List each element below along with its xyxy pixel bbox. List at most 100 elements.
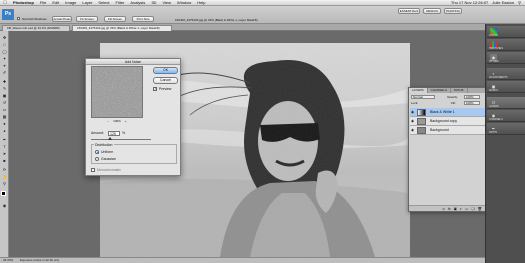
zoom-in-button[interactable]: +: [125, 119, 127, 123]
3d-rotate-tool-icon[interactable]: ⟳: [2, 167, 7, 172]
layers-panel: LAYERS CHANNELS PATHS Normal Opacity: 10…: [408, 87, 486, 212]
blur-tool-icon[interactable]: ●: [2, 121, 7, 126]
gradient-tool-icon[interactable]: ▦: [2, 114, 7, 119]
layer-row-background-copy[interactable]: ◉ Background copy: [410, 117, 486, 126]
new-layer-icon[interactable]: ❏: [471, 206, 474, 211]
options-bar: Ps Scroll All Windows Actual Pixels Fit …: [0, 6, 525, 24]
panel-swatches[interactable]: SWATCHES: [487, 39, 525, 51]
workspace-design[interactable]: DESIGN: [423, 8, 441, 14]
marquee-tool-icon[interactable]: □: [2, 42, 7, 47]
layer-row-background[interactable]: ◉ Background: [410, 126, 486, 135]
scroll-all-checkbox[interactable]: [17, 17, 20, 20]
menu-app[interactable]: Photoshop: [10, 0, 37, 5]
lock-label: Lock:: [411, 101, 419, 105]
tab-paths[interactable]: PATHS: [451, 88, 468, 93]
eyedropper-tool-icon[interactable]: ✐: [2, 70, 7, 75]
layer-row-black-white[interactable]: ◉ Black & White 1: [410, 108, 486, 117]
amount-input[interactable]: 125: [108, 131, 120, 136]
spotlight-icon[interactable]: ⚲: [518, 0, 521, 5]
add-noise-dialog: Add Noise − 100% + OK Cancel ✓ Preview A…: [85, 58, 181, 176]
history-brush-tool-icon[interactable]: ↺: [2, 100, 7, 105]
workspace-painting[interactable]: PAINTING: [444, 8, 462, 14]
lasso-tool-icon[interactable]: ◯: [2, 49, 7, 54]
panel-masks[interactable]: ▣ MASKS: [487, 81, 525, 93]
status-zoom[interactable]: 33.33%: [3, 258, 13, 262]
type-tool-icon[interactable]: T: [2, 144, 7, 149]
menu-analysis[interactable]: Analysis: [127, 0, 148, 5]
status-bar: 33.33% Exposure works in 32-bit only: [0, 257, 485, 263]
fit-screen-button[interactable]: Fit Screen: [76, 16, 98, 22]
panel-adjustments[interactable]: ◐ ADJUSTMENTS: [487, 68, 525, 80]
actual-pixels-button[interactable]: Actual Pixels: [52, 16, 72, 22]
visibility-eye-icon[interactable]: ◉: [411, 110, 415, 114]
adjustment-thumbnail: [417, 109, 426, 116]
user-name[interactable]: Julie Easton: [492, 0, 514, 5]
quick-mask-icon[interactable]: ◉: [2, 203, 7, 208]
uniform-radio[interactable]: [95, 150, 99, 154]
apple-icon[interactable]: : [0, 0, 10, 6]
clock[interactable]: Thu 17 Nov 12:26:07: [451, 0, 488, 5]
move-tool-icon[interactable]: ✥: [2, 35, 7, 40]
hand-tool-icon[interactable]: ✋: [2, 174, 7, 179]
ok-button[interactable]: OK: [153, 67, 178, 74]
crop-tool-icon[interactable]: ⌖: [2, 63, 7, 68]
menu-view[interactable]: View: [159, 0, 174, 5]
menu-window[interactable]: Window: [174, 0, 194, 5]
menu-edit[interactable]: Edit: [49, 0, 62, 5]
blend-mode-select[interactable]: Normal: [411, 95, 435, 99]
clone-stamp-tool-icon[interactable]: ▣: [2, 93, 7, 98]
gaussian-radio[interactable]: [95, 157, 99, 161]
visibility-eye-icon[interactable]: ◉: [411, 128, 415, 132]
uniform-label: Uniform: [101, 150, 114, 154]
print-size-button[interactable]: Print Size: [132, 16, 154, 22]
panel-channels[interactable]: ◉ CHANNELS: [487, 110, 525, 122]
panel-layers[interactable]: ☷ LAYERS: [487, 97, 525, 109]
tab-channels[interactable]: CHANNELS: [428, 88, 451, 93]
shape-tool-icon[interactable]: ■: [2, 158, 7, 163]
fill-input[interactable]: 100%: [464, 101, 480, 105]
opacity-input[interactable]: 100%: [464, 95, 480, 99]
new-group-icon[interactable]: ▭: [465, 206, 468, 211]
fx-icon[interactable]: fx: [448, 206, 451, 211]
panel-paths[interactable]: ✒ PATHS: [487, 123, 525, 135]
foreground-color-swatch[interactable]: [1, 191, 6, 196]
panel-color[interactable]: COLOR: [487, 26, 525, 38]
menu-help[interactable]: Help: [194, 0, 208, 5]
amount-slider-thumb[interactable]: [107, 137, 112, 140]
dialog-title: Add Noise: [86, 59, 180, 65]
add-mask-icon[interactable]: ▣: [454, 206, 457, 211]
menu-image[interactable]: Image: [62, 0, 79, 5]
layer-thumbnail: [417, 127, 426, 134]
amount-label: Amount:: [91, 131, 105, 135]
trash-icon[interactable]: 🗑: [478, 206, 482, 211]
zoom-tool-icon[interactable]: ⚲: [2, 181, 7, 186]
cancel-button[interactable]: Cancel: [153, 77, 178, 84]
collapsed-panels: COLOR SWATCHES ◆ STYLES ◐ ADJUSTMENTS ▣ …: [485, 24, 525, 263]
pen-tool-icon[interactable]: ✒: [2, 137, 7, 142]
preview-checkbox[interactable]: ✓: [153, 87, 157, 91]
fill-screen-button[interactable]: Fill Screen: [104, 16, 126, 22]
menu-layer[interactable]: Layer: [79, 0, 95, 5]
panel-styles[interactable]: ◆ STYLES: [487, 52, 525, 64]
filter-preview[interactable]: [91, 66, 143, 118]
eraser-tool-icon[interactable]: ▭: [2, 107, 7, 112]
brush-tool-icon[interactable]: ✎: [2, 86, 7, 91]
healing-brush-tool-icon[interactable]: ✚: [2, 79, 7, 84]
layers-panel-tabs: LAYERS CHANNELS PATHS: [409, 88, 485, 93]
monochromatic-checkbox[interactable]: [91, 168, 95, 172]
zoom-out-button[interactable]: −: [107, 119, 109, 123]
workspace-essentials[interactable]: ESSENTIALS: [398, 8, 420, 14]
layers-footer: ∞ fx ▣ ◐ ▭ ❏ 🗑: [409, 205, 485, 211]
menu-filter[interactable]: Filter: [113, 0, 128, 5]
new-adjustment-icon[interactable]: ◐: [460, 206, 462, 211]
menu-file[interactable]: File: [37, 0, 49, 5]
visibility-eye-icon[interactable]: ◉: [411, 119, 415, 123]
menu-select[interactable]: Select: [95, 0, 112, 5]
tab-layers[interactable]: LAYERS: [409, 88, 428, 93]
quick-select-tool-icon[interactable]: ✦: [2, 56, 7, 61]
amount-slider[interactable]: [91, 137, 151, 140]
path-selection-tool-icon[interactable]: ➤: [2, 151, 7, 156]
menu-3d[interactable]: 3D: [148, 0, 159, 5]
dodge-tool-icon[interactable]: ◕: [2, 128, 7, 133]
link-layers-icon[interactable]: ∞: [442, 206, 445, 211]
